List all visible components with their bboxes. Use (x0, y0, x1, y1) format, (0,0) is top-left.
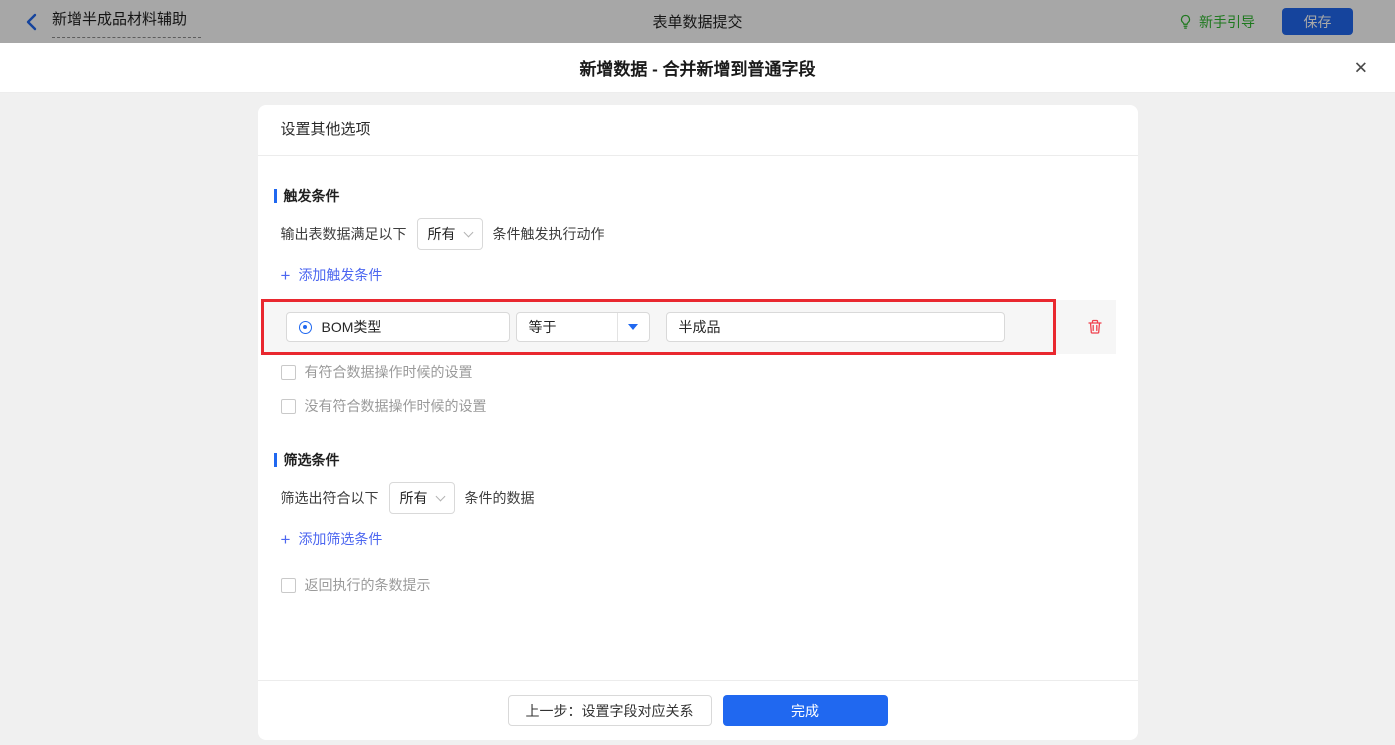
trigger-section-title: 触发条件 (274, 186, 1115, 206)
trigger-suffix-text: 条件触发执行动作 (493, 224, 605, 244)
app-topbar: 新增半成品材料辅助 表单数据提交 新手引导 保存 (0, 0, 1395, 43)
screen: 新增半成品材料辅助 表单数据提交 新手引导 保存 新增数据 - 合并新增到普通字… (0, 0, 1395, 745)
condition-field-input[interactable]: BOM类型 (286, 312, 510, 342)
done-button[interactable]: 完成 (723, 695, 888, 726)
section-marker (274, 453, 277, 467)
trigger-section-label: 触发条件 (284, 186, 340, 206)
filter-match-row: 筛选出符合以下 所有 条件的数据 (281, 482, 1115, 514)
filter-match-select[interactable]: 所有 (389, 482, 455, 514)
filter-section-label: 筛选条件 (284, 450, 340, 470)
card-content: 触发条件 输出表数据满足以下 所有 条件触发执行动作 + 添加触发条件 (258, 156, 1138, 680)
trigger-match-row: 输出表数据满足以下 所有 条件触发执行动作 (281, 218, 1115, 250)
add-trigger-condition-link[interactable]: + 添加触发条件 (281, 265, 383, 285)
trigger-match-value: 所有 (428, 224, 456, 244)
add-trigger-condition-label: 添加触发条件 (298, 265, 382, 285)
plus-icon: + (281, 531, 291, 548)
add-filter-condition-link[interactable]: + 添加筛选条件 (281, 529, 1115, 549)
filter-prefix-text: 筛选出符合以下 (281, 488, 379, 508)
dropdown-caret-box (617, 313, 649, 341)
checkbox-row-no-matching[interactable]: 没有符合数据操作时候的设置 (281, 396, 1115, 416)
delete-condition-icon[interactable] (1086, 318, 1104, 336)
topbar-dim-overlay (0, 0, 1395, 43)
checkbox-label: 没有符合数据操作时候的设置 (305, 396, 487, 416)
condition-operator-value: 等于 (517, 313, 617, 341)
dialog: 新增数据 - 合并新增到普通字段 ✕ 设置其他选项 触发条件 输出表数据满足以下… (0, 43, 1395, 745)
checkbox-label: 有符合数据操作时候的设置 (305, 362, 473, 382)
dialog-title: 新增数据 - 合并新增到普通字段 (579, 55, 815, 80)
checkbox-label: 返回执行的条数提示 (305, 575, 431, 595)
filter-section-title: 筛选条件 (274, 450, 1115, 470)
chevron-down-icon (435, 491, 445, 501)
filter-match-value: 所有 (400, 488, 428, 508)
filter-suffix-text: 条件的数据 (465, 488, 535, 508)
card-header-title: 设置其他选项 (258, 105, 1138, 156)
previous-step-button[interactable]: 上一步：设置字段对应关系 (508, 695, 712, 726)
plus-icon: + (281, 267, 291, 284)
checkbox-row-return-count[interactable]: 返回执行的条数提示 (281, 575, 1115, 595)
checkbox-row-has-matching[interactable]: 有符合数据操作时候的设置 (281, 362, 1115, 382)
dialog-body: 设置其他选项 触发条件 输出表数据满足以下 所有 条件触发执行动作 (0, 93, 1395, 745)
checkbox-icon[interactable] (281, 578, 296, 593)
section-marker (274, 189, 277, 203)
chevron-down-icon (463, 227, 473, 237)
condition-value-text: 半成品 (679, 317, 721, 337)
trigger-match-select[interactable]: 所有 (417, 218, 483, 250)
close-icon[interactable]: ✕ (1354, 59, 1368, 76)
condition-operator-select[interactable]: 等于 (516, 312, 650, 342)
trigger-prefix-text: 输出表数据满足以下 (281, 224, 407, 244)
checkbox-icon[interactable] (281, 365, 296, 380)
condition-field-value: BOM类型 (322, 317, 382, 337)
checkbox-icon[interactable] (281, 399, 296, 414)
radio-field-icon (299, 321, 312, 334)
condition-value-input[interactable]: 半成品 (666, 312, 1005, 342)
card-footer: 上一步：设置字段对应关系 完成 (258, 680, 1138, 740)
trigger-condition-row: BOM类型 等于 半成品 (261, 300, 1116, 354)
dialog-header: 新增数据 - 合并新增到普通字段 ✕ (0, 43, 1395, 93)
options-card: 设置其他选项 触发条件 输出表数据满足以下 所有 条件触发执行动作 (258, 105, 1138, 740)
triangle-down-icon (628, 324, 638, 330)
add-filter-condition-label: 添加筛选条件 (298, 529, 382, 549)
